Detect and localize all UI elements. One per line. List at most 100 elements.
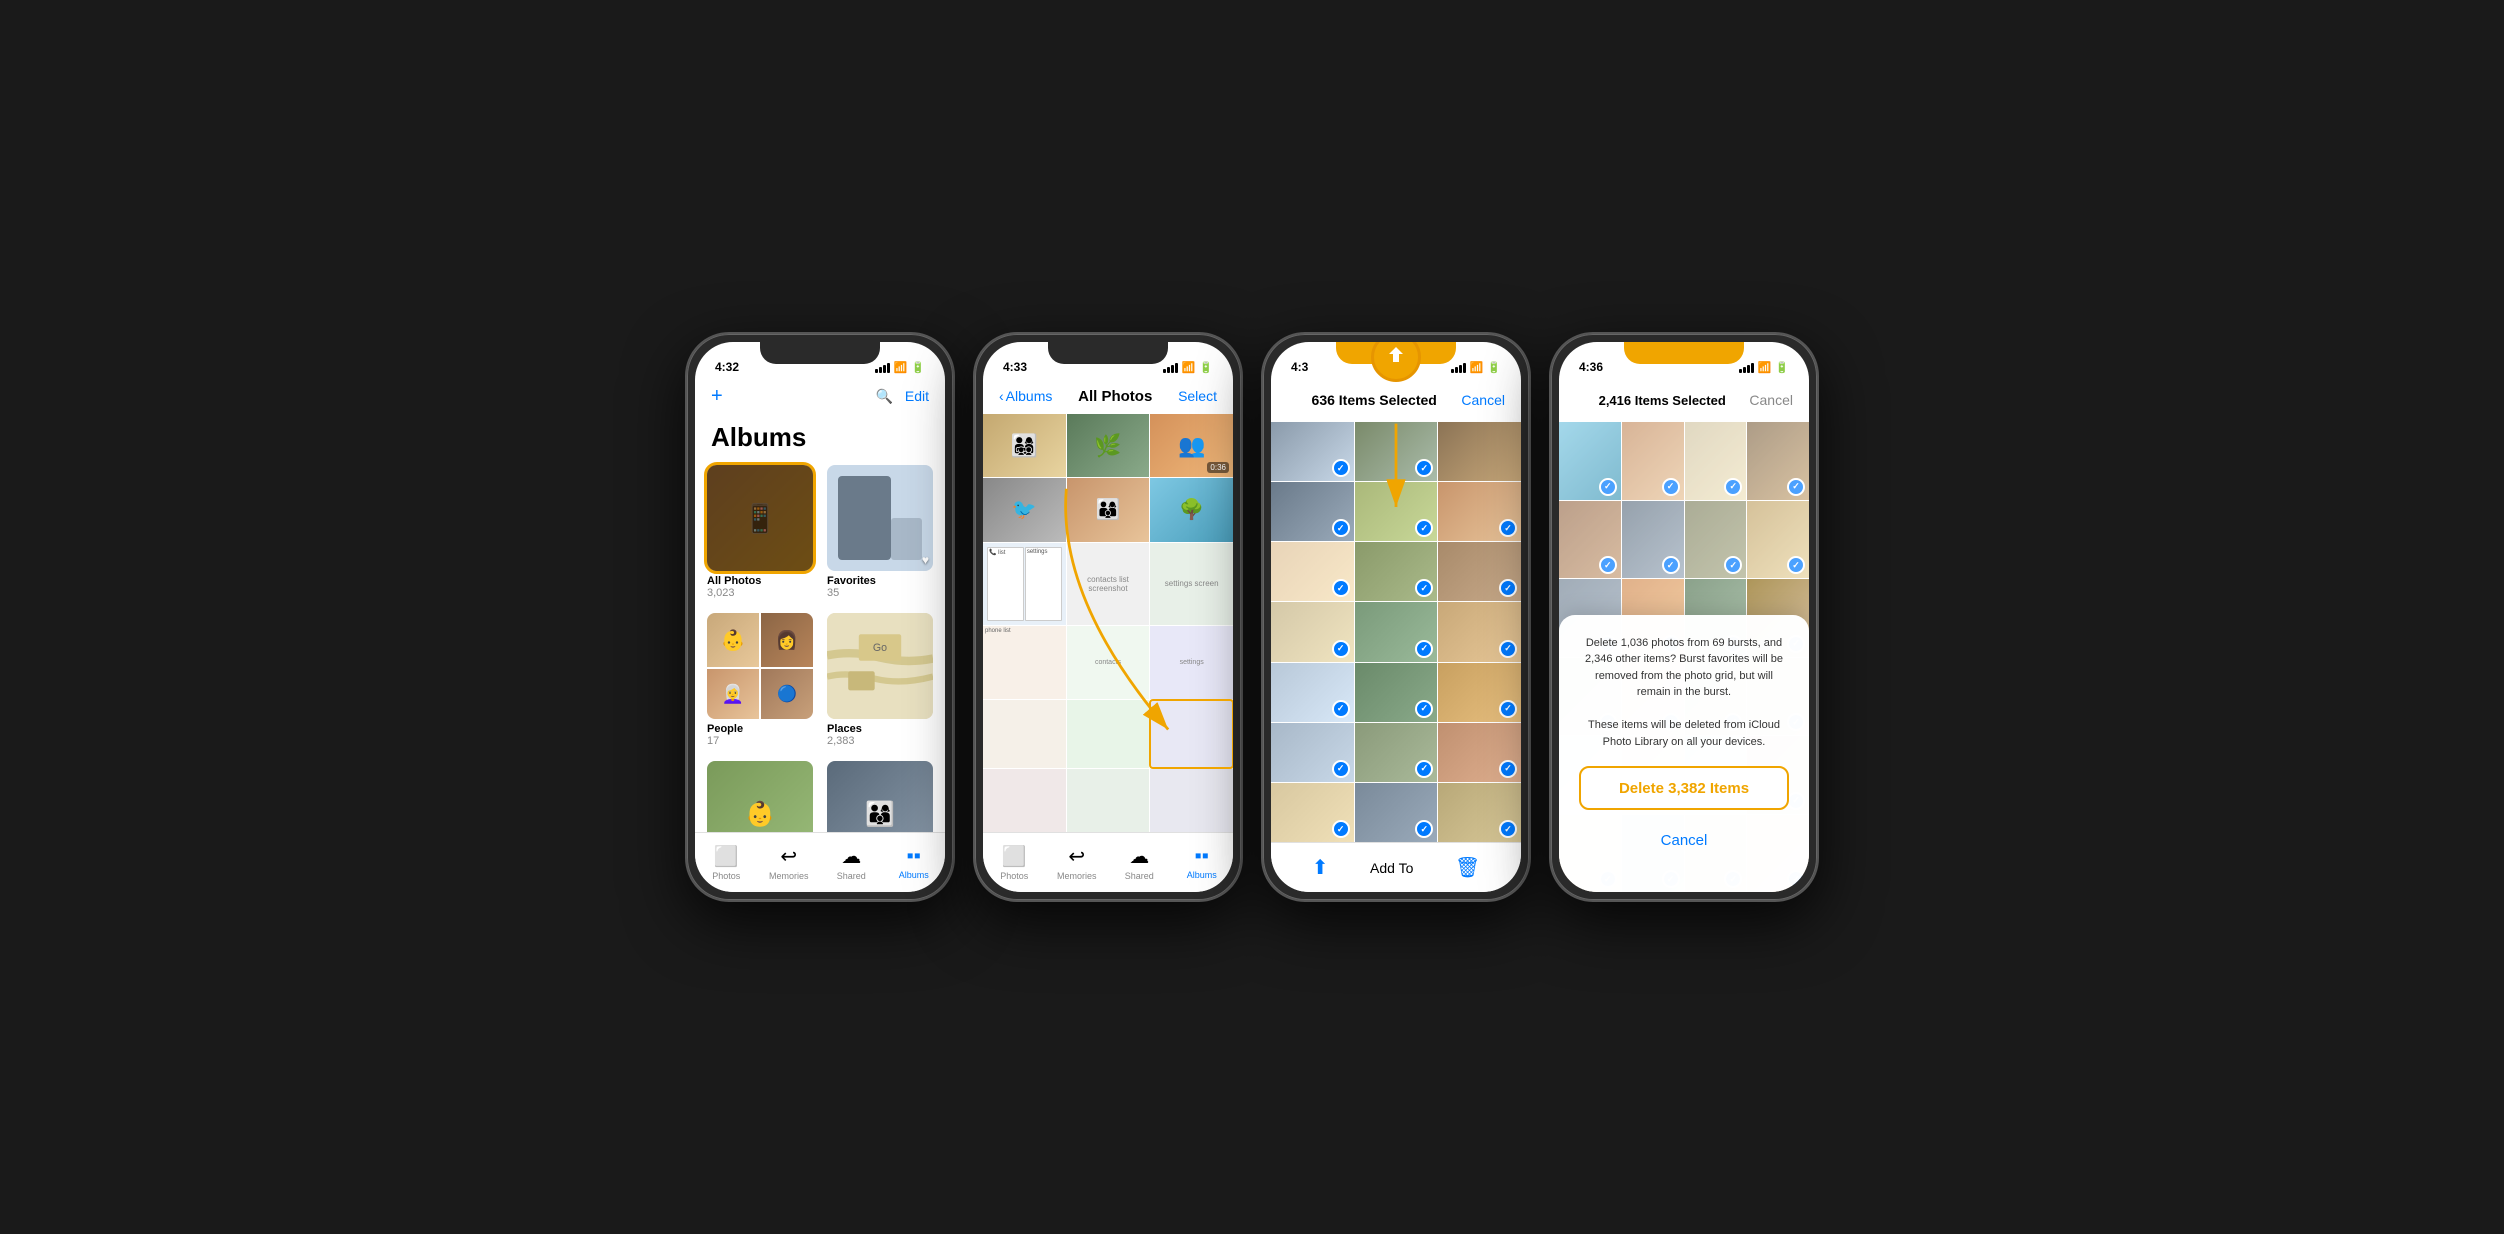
sel-photo-3[interactable] (1438, 422, 1521, 481)
photo-12[interactable]: settings (1150, 626, 1233, 699)
photo-4[interactable]: 🐦 (983, 478, 1066, 541)
sel-photo-14[interactable] (1355, 663, 1438, 722)
albums-title: Albums (711, 422, 929, 453)
sel4-photo-6 (1622, 501, 1684, 579)
tab-photos-1[interactable]: ⬜ Photos (695, 844, 758, 881)
all-photos-thumb: 📱 (707, 465, 813, 571)
signal-icon-1 (875, 363, 890, 373)
album-places[interactable]: Go Places 2,383 (827, 613, 933, 747)
select-button-2[interactable]: Select (1178, 388, 1217, 404)
sel-photo-13[interactable] (1271, 663, 1354, 722)
check4-6 (1662, 556, 1680, 574)
photo-5[interactable]: 👨‍👩‍👦 (1067, 478, 1150, 541)
photo-2[interactable]: 🌿 (1067, 414, 1150, 477)
tab-albums-2[interactable]: ▪▪ Albums (1171, 845, 1234, 880)
check-4 (1332, 519, 1350, 537)
check4-2 (1662, 478, 1680, 496)
tab-memories-2[interactable]: ↩ Memories (1046, 844, 1109, 881)
share-button-3[interactable]: ⬆ (1312, 855, 1329, 880)
check4-1 (1599, 478, 1617, 496)
battery-icon-4: 🔋 (1775, 361, 1789, 374)
delete-button-3[interactable]: 🗑 (1455, 855, 1480, 880)
sel-photo-15[interactable] (1438, 663, 1521, 722)
check4-8 (1787, 556, 1805, 574)
add-button-1[interactable]: + (711, 385, 723, 408)
tab-shared-2[interactable]: ☁ Shared (1108, 844, 1171, 881)
photo-15[interactable] (1150, 700, 1233, 767)
sel-photo-7[interactable] (1271, 542, 1354, 601)
photo-13[interactable] (983, 700, 1066, 767)
content-2: 👨‍👩‍👧‍👦 🌿 👥 0:36 🐦 👨‍👩‍👦 (983, 414, 1233, 832)
sel-photo-9[interactable] (1438, 542, 1521, 601)
photo-6[interactable]: 🌳 (1150, 478, 1233, 541)
photo-16[interactable] (983, 769, 1066, 832)
tab-shared-1[interactable]: ☁ Shared (820, 844, 883, 881)
sel-photo-10[interactable] (1271, 602, 1354, 661)
check4-3 (1724, 478, 1742, 496)
sel4-photo-3 (1685, 422, 1747, 500)
check-8 (1415, 579, 1433, 597)
phone-3: 4:3 📶 🔋 636 Items Selected Cancel (1261, 332, 1531, 902)
time-4: 4:36 (1579, 360, 1603, 374)
album-5[interactable]: 👶 (707, 761, 813, 832)
photo-7[interactable]: 📞 list settings (983, 543, 1066, 625)
check-20 (1415, 820, 1433, 838)
chevron-left-icon: ‹ (999, 388, 1004, 404)
photo-11[interactable]: contacts (1067, 626, 1150, 699)
album-all-photos[interactable]: 📱 All Photos 3,023 (707, 465, 813, 599)
tab-albums-1[interactable]: ▪▪ Albums (883, 845, 946, 880)
tab-bar-2: ⬜ Photos ↩ Memories ☁ Shared ▪▪ Albums (983, 832, 1233, 892)
add-to-label-3[interactable]: Add To (1370, 860, 1413, 876)
svg-text:Go: Go (873, 642, 887, 654)
albums-icon-2: ▪▪ (1195, 845, 1209, 868)
photo-18[interactable] (1150, 769, 1233, 832)
sel-photo-11[interactable] (1355, 602, 1438, 661)
favorites-label: Favorites (827, 575, 933, 587)
photo-14[interactable] (1067, 700, 1150, 767)
sel-photo-20[interactable] (1355, 783, 1438, 842)
back-button-2[interactable]: ‹ Albums (999, 388, 1052, 404)
delete-items-button[interactable]: Delete 3,382 Items (1579, 766, 1789, 810)
status-icons-1: 📶 🔋 (875, 361, 925, 374)
photo-10[interactable]: phone list (983, 626, 1066, 699)
photo-1[interactable]: 👨‍👩‍👧‍👦 (983, 414, 1066, 477)
album-favorites[interactable]: ♥ Favorites 35 (827, 465, 933, 599)
check-5 (1415, 519, 1433, 537)
sel-photo-6[interactable] (1438, 482, 1521, 541)
tab-photos-2[interactable]: ⬜ Photos (983, 844, 1046, 881)
sel-photo-18[interactable] (1438, 723, 1521, 782)
sel-photo-12[interactable] (1438, 602, 1521, 661)
sel-photo-21[interactable] (1438, 783, 1521, 842)
photo-3[interactable]: 👥 0:36 (1150, 414, 1233, 477)
sel-photo-8[interactable] (1355, 542, 1438, 601)
album-6[interactable]: 👨‍👩‍👦 (827, 761, 933, 832)
cancel-button-3[interactable]: Cancel (1461, 392, 1505, 408)
cancel-button-4[interactable]: Cancel (1749, 392, 1793, 408)
time-2: 4:33 (1003, 360, 1027, 374)
time-1: 4:32 (715, 360, 739, 374)
action-bar-3: ⬆ Add To 🗑 (1271, 842, 1521, 892)
photo-8[interactable]: contacts list screenshot (1067, 543, 1150, 625)
check-9 (1499, 579, 1517, 597)
tab-memories-1[interactable]: ↩ Memories (758, 844, 821, 881)
memories-label-2: Memories (1057, 871, 1097, 881)
signal-icon-4 (1739, 363, 1754, 373)
edit-button-1[interactable]: Edit (905, 388, 929, 404)
check-18 (1499, 760, 1517, 778)
sel-photo-4[interactable] (1271, 482, 1354, 541)
photo-9[interactable]: settings screen (1150, 543, 1233, 625)
cancel-delete-button[interactable]: Cancel (1579, 818, 1789, 862)
phone-1: 4:32 📶 🔋 + 🔍 Edit (685, 332, 955, 902)
check4-4 (1787, 478, 1805, 496)
sel-photo-16[interactable] (1271, 723, 1354, 782)
sel-photo-1[interactable] (1271, 422, 1354, 481)
status-icons-4: 📶 🔋 (1739, 361, 1789, 374)
sel-photo-5[interactable] (1355, 482, 1438, 541)
sel-photo-17[interactable] (1355, 723, 1438, 782)
check-15 (1499, 700, 1517, 718)
album-people[interactable]: 👶 👩 👩‍🦳 🔵 (707, 613, 813, 747)
sel-photo-19[interactable] (1271, 783, 1354, 842)
search-button-1[interactable]: 🔍 (875, 388, 892, 405)
photo-17[interactable] (1067, 769, 1150, 832)
sel-photo-2[interactable] (1355, 422, 1438, 481)
